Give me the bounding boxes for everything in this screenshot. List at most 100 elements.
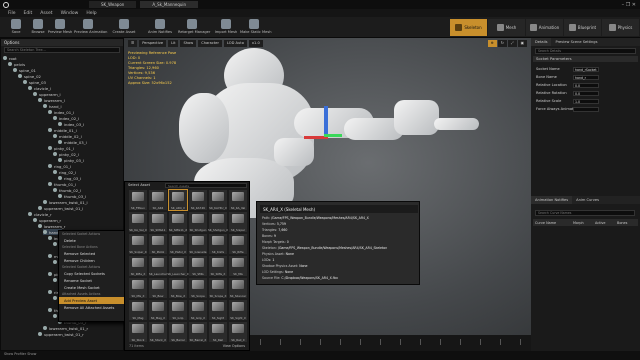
menu-window[interactable]: Window — [61, 11, 79, 16]
viewport-character[interactable]: Character — [198, 39, 222, 47]
tab-anim-notifies[interactable]: Animation Notifies — [531, 196, 573, 204]
asset-tile[interactable]: SK_Scope_X — [209, 278, 227, 298]
asset-tile[interactable]: SK_Shotgun_X — [208, 212, 228, 232]
asset-tile[interactable]: SK_Sniper_X — [129, 234, 147, 254]
tab-anim-curves[interactable]: Anim Curves — [572, 196, 603, 204]
menu-remove-attached-assets[interactable]: Remove All Attached Assets — [59, 304, 125, 311]
skeleton-search-input[interactable]: Search Skeleton Tree... — [4, 47, 120, 53]
create-asset-button[interactable]: Create Asset — [110, 18, 138, 37]
viewport-speed[interactable]: x1.0 — [248, 39, 263, 47]
asset-tile[interactable]: SK_MG — [229, 256, 247, 276]
asset-tile[interactable]: SK_Pistol — [149, 234, 167, 254]
property-value-field[interactable]: 0.0 — [573, 90, 599, 96]
asset-tile[interactable]: SK_Sniper — [229, 212, 247, 232]
asset-tile[interactable]: SK_Rifle — [229, 234, 247, 254]
asset-tile[interactable]: SK_Bow — [149, 278, 167, 298]
menu-rename-socket[interactable]: Rename Socket — [59, 277, 125, 284]
viewport-lod[interactable]: LOD Auto — [223, 39, 247, 47]
tab-details[interactable]: Details — [531, 38, 552, 46]
mode-skeleton[interactable]: Skeleton — [450, 19, 487, 36]
window-tab-weapon[interactable]: SK_Weapon — [89, 1, 137, 8]
view-options-button[interactable]: View Options — [223, 344, 245, 348]
menu-remove-selected[interactable]: Remove Selected — [59, 250, 125, 257]
asset-tile[interactable]: SK_Mag_X — [149, 300, 167, 320]
bone-row[interactable]: upperarm_twist_01_r — [38, 331, 84, 337]
tab-preview-scene[interactable]: Preview Scene Settings — [551, 38, 601, 46]
asset-tile[interactable]: SK_Scope — [189, 278, 207, 298]
property-value-field[interactable] — [573, 106, 599, 112]
asset-tile[interactable]: SK_Grenade — [189, 234, 207, 254]
timeline[interactable] — [250, 335, 531, 351]
preview-animation-button[interactable]: Preview Animation — [74, 18, 107, 37]
property-value-field[interactable]: 0.0 — [573, 82, 599, 88]
menu-delete[interactable]: Delete — [59, 237, 125, 244]
asset-tile[interactable]: SK_Barrel — [169, 322, 187, 342]
asset-tile[interactable]: SK_AR4_X — [168, 189, 188, 211]
menu-create-mesh-socket[interactable]: Create Mesh Socket — [59, 284, 125, 291]
property-value-field[interactable]: hand_r — [573, 74, 599, 80]
asset-tile[interactable]: SK_KA74U_X — [209, 190, 227, 210]
asset-tile[interactable]: SK_Bow_X — [169, 278, 187, 298]
asset-tile[interactable]: SK_KA_Val — [229, 190, 247, 210]
asset-tile[interactable]: SK_MG_X — [129, 278, 147, 298]
menu-file[interactable]: File — [8, 11, 16, 16]
asset-tile[interactable]: SK_Knife — [209, 234, 227, 254]
asset-tile[interactable]: SK_Pistol_X — [169, 234, 187, 254]
asset-tile[interactable]: SK_Launcher — [149, 256, 167, 276]
mode-mesh[interactable]: Mesh — [488, 19, 525, 36]
window-controls[interactable]: – ❐ ✕ — [622, 2, 636, 8]
retarget-manager-button[interactable]: Retarget Manager — [178, 18, 210, 37]
asset-tile[interactable]: SK_Grip_X — [189, 300, 207, 320]
asset-tile[interactable]: SK_Rail — [209, 322, 227, 342]
asset-tile[interactable]: SK_KA_Val_X — [129, 212, 147, 232]
import-mesh-button[interactable]: Import Mesh — [212, 18, 240, 37]
asset-tile[interactable]: SK_Silencer — [229, 278, 247, 298]
translate-snap-icon[interactable]: ⊕ — [487, 39, 497, 47]
rotate-snap-icon[interactable]: ↻ — [497, 39, 507, 47]
asset-tile[interactable]: SK_Stock — [129, 322, 147, 342]
property-value-field[interactable]: 1.0 — [573, 98, 599, 104]
profiler-toggle[interactable]: Show Profiler Show — [4, 352, 36, 356]
details-search-input[interactable]: Search Details — [535, 48, 636, 54]
asset-tile[interactable]: SK_Sight_X — [229, 300, 247, 320]
asset-tile[interactable]: SK_Rifle_X — [129, 256, 147, 276]
curve-search-input[interactable]: Search Curve Names — [535, 210, 635, 216]
asset-tile[interactable]: SK_Rail_X — [229, 322, 247, 342]
menu-edit[interactable]: Edit — [24, 11, 33, 16]
asset-tile[interactable]: SK_SMG — [189, 256, 207, 276]
anim-notifies-button[interactable]: Anim Notifies — [146, 18, 174, 37]
gizmo-y-axis[interactable] — [324, 134, 342, 137]
viewport-show[interactable]: Show — [180, 39, 197, 47]
asset-tile[interactable]: SK_Grip — [169, 300, 187, 320]
viewport-perspective[interactable]: Perspective — [139, 39, 167, 47]
asset-tile[interactable]: SK_Launcher_X — [167, 256, 189, 276]
menu-asset[interactable]: Asset — [40, 11, 52, 16]
mode-blueprint[interactable]: Blueprint — [564, 19, 601, 36]
property-value-field[interactable]: hand_rSocket — [573, 66, 599, 72]
asset-tile[interactable]: SK_AR4 — [149, 190, 167, 210]
asset-tile[interactable]: SK_Mag — [129, 300, 147, 320]
asset-tile[interactable]: SK_KA74U — [189, 190, 207, 210]
asset-tile[interactable]: SK_Shotgun — [189, 212, 207, 232]
asset-tile[interactable]: SK_Barrel_X — [189, 322, 207, 342]
mode-physics[interactable]: Physics — [602, 19, 639, 36]
mode-animation[interactable]: Animation — [526, 19, 563, 36]
asset-search-input[interactable]: Search Assets — [165, 183, 247, 188]
menu-copy-sockets[interactable]: Copy Selected Sockets — [59, 270, 125, 277]
asset-tile[interactable]: SK_FPGun — [129, 190, 147, 210]
viewport-menu-icon[interactable]: ☰ — [128, 39, 138, 47]
menu-add-preview-asset[interactable]: Add Preview Asset — [59, 297, 125, 304]
make-static-mesh-button[interactable]: Make Static Mesh — [240, 18, 272, 37]
asset-tile[interactable]: SK_SMG_X — [209, 256, 227, 276]
asset-tile[interactable]: SK_Stock_X — [149, 322, 167, 342]
menu-remove-children[interactable]: Remove Children — [59, 257, 125, 264]
window-tab-mannequin[interactable]: A_Sk_Mannequin — [140, 1, 199, 8]
asset-tile[interactable]: SK_SMG11_X — [169, 212, 187, 232]
asset-tile[interactable]: SK_SMG11 — [149, 212, 167, 232]
camera-speed-icon[interactable]: ▣ — [517, 39, 527, 47]
viewport-lit[interactable]: Lit — [168, 39, 179, 47]
menu-help[interactable]: Help — [86, 11, 96, 16]
gizmo-z-axis[interactable] — [324, 106, 328, 136]
scale-snap-icon[interactable]: ⤢ — [507, 39, 517, 47]
preview-mesh-button[interactable]: Preview Mesh — [46, 18, 74, 37]
